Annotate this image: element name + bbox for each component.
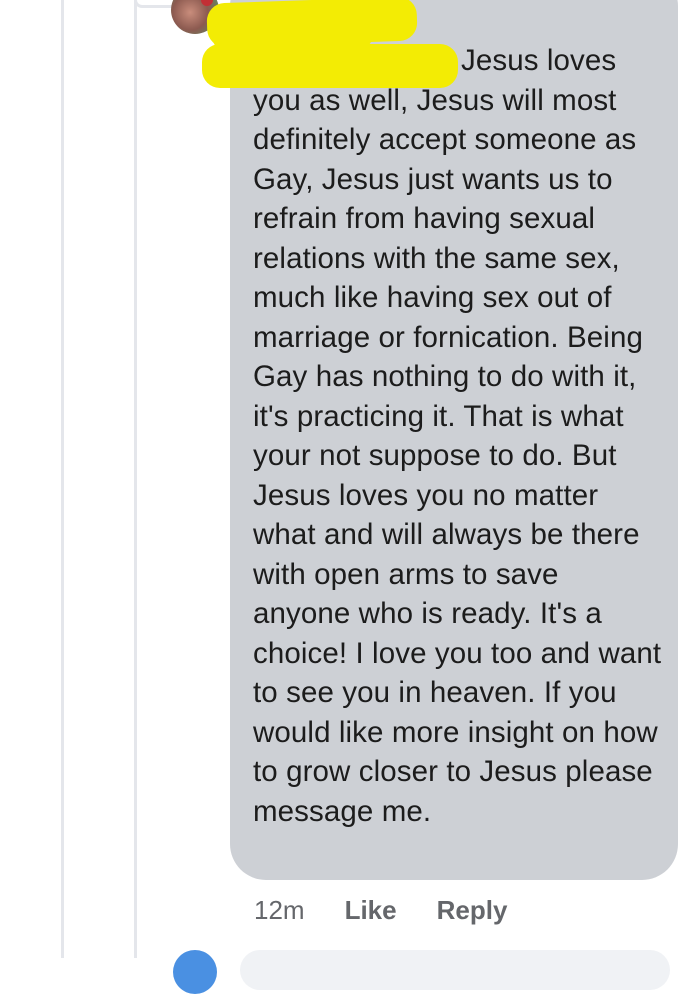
next-comment-avatar[interactable] xyxy=(173,950,217,994)
avatar-photo-detail xyxy=(201,0,213,6)
thread-line-outer xyxy=(61,0,64,958)
thread-line-inner xyxy=(134,0,137,958)
comment-timestamp[interactable]: 12m xyxy=(254,895,305,926)
next-comment-bubble xyxy=(240,950,670,990)
comment-actions: 12m Like Reply xyxy=(254,893,507,927)
reply-connector xyxy=(134,0,174,8)
comment-body: Jesus loves you as well, Jesus will most… xyxy=(253,44,662,828)
like-button[interactable]: Like xyxy=(345,895,397,926)
reply-button[interactable]: Reply xyxy=(437,895,508,926)
